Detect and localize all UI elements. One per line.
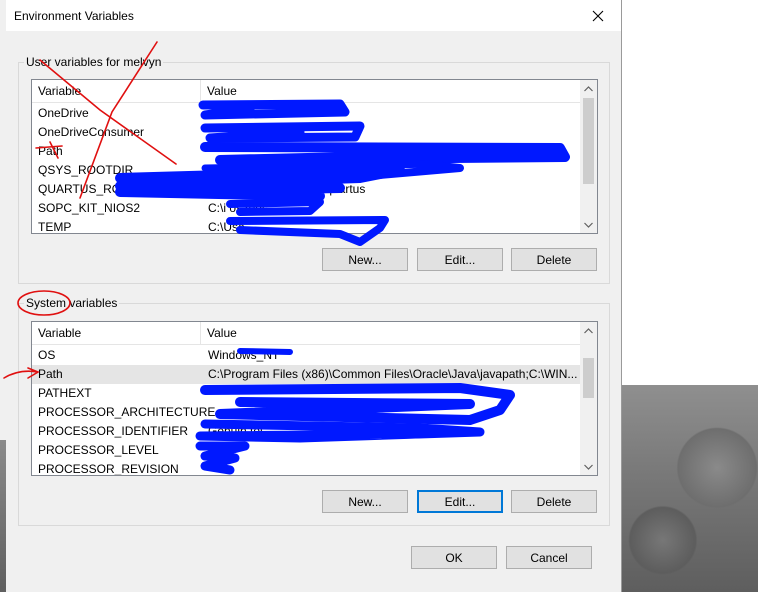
scroll-thumb[interactable]: [583, 358, 594, 398]
close-button[interactable]: [575, 0, 621, 31]
variable-name: QUARTUS_ROO: [38, 182, 131, 196]
ok-button[interactable]: OK: [411, 546, 497, 569]
scroll-up-button[interactable]: [580, 322, 597, 339]
column-header-variable[interactable]: Variable: [32, 322, 200, 344]
variable-value: C:\i os2eds: [208, 201, 269, 215]
variable-name: TEMP: [38, 220, 72, 234]
list-item[interactable]: PATHEXT: [32, 384, 580, 403]
chevron-down-icon: [584, 222, 593, 228]
list-item[interactable]: OneDrive: [32, 104, 580, 123]
variable-name: PROCESSOR_REVISION: [38, 462, 179, 476]
window-title: Environment Variables: [14, 9, 134, 23]
scroll-thumb[interactable]: [583, 98, 594, 184]
environment-variables-dialog: Environment Variables User variables for…: [6, 0, 622, 592]
column-header-value[interactable]: Value: [200, 80, 581, 102]
chevron-up-icon: [584, 327, 593, 333]
list-header: Variable Value: [32, 322, 580, 345]
variable-name: OneDriveConsumer: [38, 125, 145, 139]
list-header: Variable Value: [32, 80, 580, 103]
list-item[interactable]: PROCESSOR_LEVEL: [32, 441, 580, 460]
variable-value: C:\Use: [208, 220, 245, 234]
system-new-button[interactable]: New...: [322, 490, 408, 513]
user-edit-button[interactable]: Edit...: [417, 248, 503, 271]
list-item[interactable]: Path: [32, 142, 580, 161]
user-variables-list[interactable]: Variable Value OneDrive OneDriveConsumer…: [31, 79, 598, 234]
scroll-up-button[interactable]: [580, 80, 597, 97]
column-header-value[interactable]: Value: [200, 322, 581, 344]
list-item[interactable]: PROCESSOR_IDENTIFIER Genuin tel: [32, 422, 580, 441]
list-item-selected[interactable]: Path C:\Program Files (x86)\Common Files\…: [32, 365, 580, 384]
chevron-up-icon: [584, 85, 593, 91]
chevron-down-icon: [584, 464, 593, 470]
variable-name: PATHEXT: [38, 386, 92, 400]
desktop-wallpaper-moon: [622, 385, 758, 592]
title-bar: Environment Variables: [6, 0, 621, 31]
variable-name: Path: [38, 367, 63, 381]
scroll-down-button[interactable]: [580, 458, 597, 475]
vertical-scrollbar[interactable]: [580, 80, 597, 233]
list-item[interactable]: QSYS_ROOTDIR: [32, 161, 580, 180]
variable-value: C:\Program Files (x86)\Common Files\Orac…: [208, 367, 578, 381]
system-variables-list[interactable]: Variable Value OS Windows_NT Path C:\Progr…: [31, 321, 598, 476]
system-variables-label: System variables: [24, 296, 120, 310]
cancel-button[interactable]: Cancel: [506, 546, 592, 569]
list-item[interactable]: PROCESSOR_ARCHITECTURE: [32, 403, 580, 422]
variable-name: SOPC_KIT_NIOS2: [38, 201, 141, 215]
variable-name: OS: [38, 348, 56, 362]
system-edit-button[interactable]: Edit...: [417, 490, 503, 513]
variable-value: Windows_NT: [208, 348, 280, 362]
list-item[interactable]: PROCESSOR_REVISION: [32, 460, 580, 476]
variable-value: Genuin tel: [208, 424, 263, 438]
variable-name: PROCESSOR_ARCHITECTURE: [38, 405, 216, 419]
list-item[interactable]: QUARTUS_ROO \quartus: [32, 180, 580, 199]
list-item[interactable]: TEMP C:\Use: [32, 218, 580, 234]
user-delete-button[interactable]: Delete: [511, 248, 597, 271]
user-variables-label: User variables for melvyn: [24, 55, 164, 69]
vertical-scrollbar[interactable]: [580, 322, 597, 475]
variable-name: QSYS_ROOTDIR: [38, 163, 134, 177]
variable-name: PROCESSOR_LEVEL: [38, 443, 159, 457]
variable-name: Path: [38, 144, 63, 158]
scroll-down-button[interactable]: [580, 216, 597, 233]
list-item[interactable]: OS Windows_NT: [32, 346, 580, 365]
column-header-variable[interactable]: Variable: [32, 80, 200, 102]
variable-name: OneDrive: [38, 106, 89, 120]
variable-name: PROCESSOR_IDENTIFIER: [38, 424, 189, 438]
user-new-button[interactable]: New...: [322, 248, 408, 271]
list-item[interactable]: OneDriveConsumer: [32, 123, 580, 142]
list-item[interactable]: SOPC_KIT_NIOS2 C:\i os2eds: [32, 199, 580, 218]
variable-value: \quartus: [322, 182, 366, 196]
close-icon: [592, 10, 604, 21]
system-delete-button[interactable]: Delete: [511, 490, 597, 513]
